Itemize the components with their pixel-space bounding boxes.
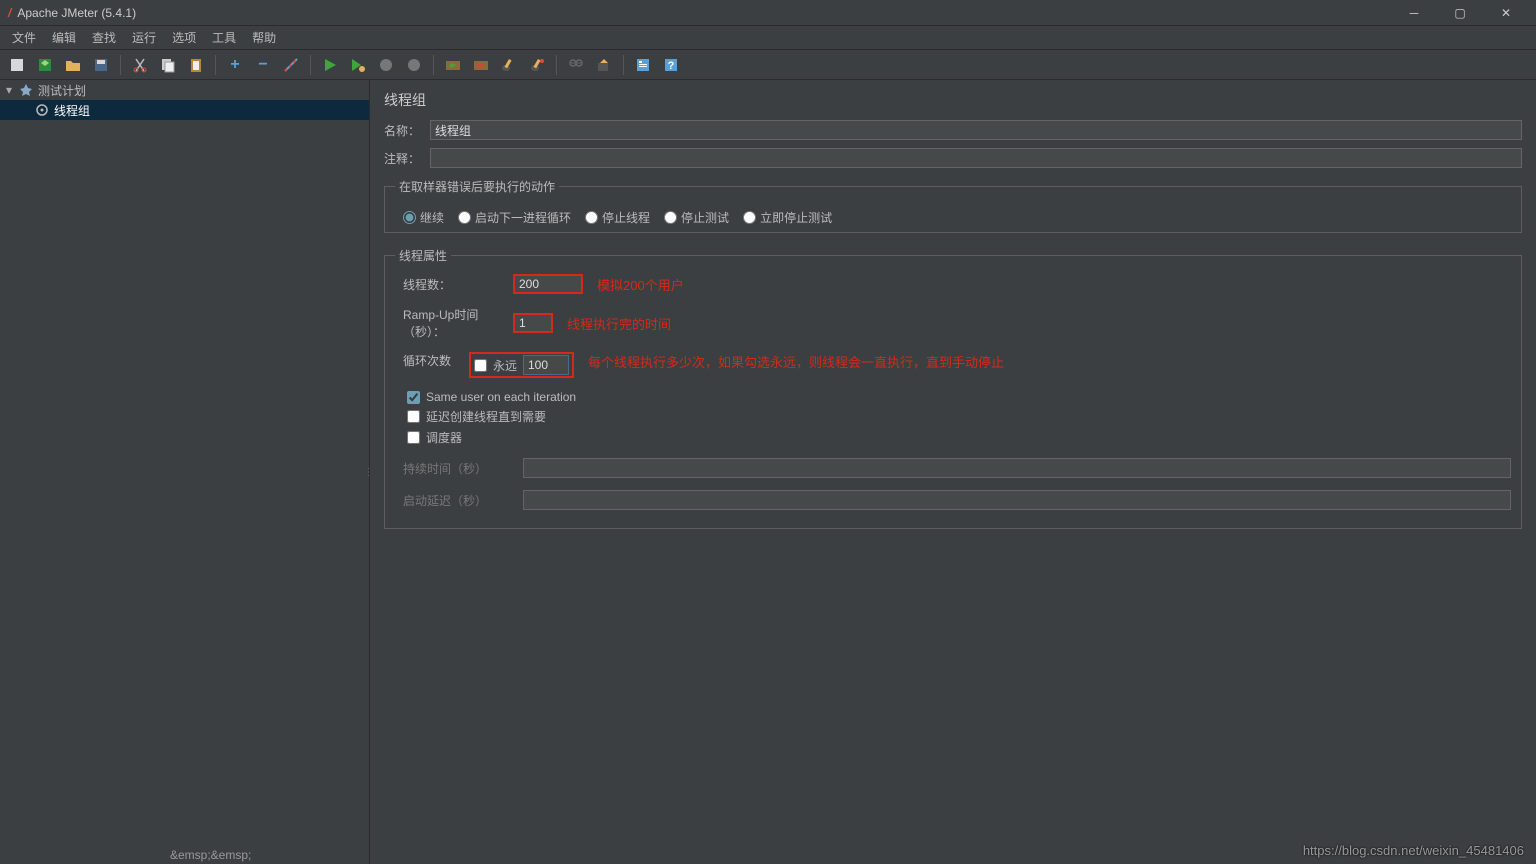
annotation-ramp: 线程执行完的时间	[567, 314, 671, 333]
toolbar: + − ?	[0, 50, 1536, 80]
tree-threadgroup-label: 线程组	[54, 102, 90, 119]
forever-checkbox[interactable]: 永远	[474, 357, 517, 374]
radio-stopnow[interactable]: 立即停止测试	[743, 209, 832, 226]
svg-text:?: ?	[668, 60, 675, 72]
annotation-loop: 每个线程执行多少次，如果勾选永远，则线程会一直执行，直到手动停止	[588, 352, 1511, 378]
threads-label: 线程数：	[395, 276, 513, 293]
menu-options[interactable]: 选项	[166, 27, 202, 48]
toggle-icon[interactable]	[280, 54, 302, 76]
name-label: 名称：	[384, 122, 430, 139]
remote-start-icon[interactable]	[442, 54, 464, 76]
comments-input[interactable]	[430, 148, 1522, 168]
main-panel: 线程组 名称： 注释： 在取样器错误后要执行的动作 继续 启动下一进程循环 停止…	[370, 80, 1536, 864]
help-icon[interactable]: ?	[660, 54, 682, 76]
delaycreate-checkbox[interactable]: 延迟创建线程直到需要	[407, 408, 1511, 425]
menu-tools[interactable]: 工具	[206, 27, 242, 48]
tree-root[interactable]: ▾ 测试计划	[0, 80, 369, 100]
start-no-pause-icon[interactable]	[347, 54, 369, 76]
shutdown-icon[interactable]	[403, 54, 425, 76]
menu-edit[interactable]: 编辑	[46, 27, 82, 48]
tree-panel: ▾ 测试计划 线程组	[0, 80, 370, 864]
menu-run[interactable]: 运行	[126, 27, 162, 48]
annotation-threads: 模拟200个用户	[597, 275, 684, 294]
radio-startnext[interactable]: 启动下一进程循环	[458, 209, 571, 226]
scheduler-checkbox[interactable]: 调度器	[407, 429, 1511, 446]
duration-input	[523, 458, 1511, 478]
threads-input[interactable]	[513, 274, 583, 294]
testplan-icon	[18, 84, 34, 96]
sameuser-checkbox[interactable]: Same user on each iteration	[407, 390, 1511, 404]
error-action-legend: 在取样器错误后要执行的动作	[395, 178, 559, 195]
tree-threadgroup[interactable]: 线程组	[0, 100, 369, 120]
delay-label: 启动延迟（秒）	[395, 492, 523, 509]
menu-search[interactable]: 查找	[86, 27, 122, 48]
titlebar: / Apache JMeter (5.4.1) ─ ▢ ✕	[0, 0, 1536, 26]
error-action-group: 在取样器错误后要执行的动作 继续 启动下一进程循环 停止线程 停止测试 立即停止…	[384, 178, 1522, 233]
ramp-input[interactable]	[513, 313, 553, 333]
thread-props-legend: 线程属性	[395, 247, 451, 264]
name-input[interactable]	[430, 120, 1522, 140]
close-button[interactable]: ✕	[1484, 2, 1528, 24]
cut-icon[interactable]	[129, 54, 151, 76]
function-helper-icon[interactable]	[593, 54, 615, 76]
loop-input[interactable]	[523, 355, 569, 375]
duration-label: 持续时间（秒）	[395, 460, 523, 477]
maximize-button[interactable]: ▢	[1438, 2, 1482, 24]
gear-icon	[34, 104, 50, 116]
radio-continue[interactable]: 继续	[403, 209, 444, 226]
open-icon[interactable]	[62, 54, 84, 76]
search-tree-icon[interactable]	[565, 54, 587, 76]
watermark: https://blog.csdn.net/weixin_45481406	[1303, 843, 1524, 858]
collapse-icon[interactable]: −	[252, 54, 274, 76]
comments-label: 注释：	[384, 150, 430, 167]
save-icon[interactable]	[90, 54, 112, 76]
thread-props-group: 线程属性 线程数： 模拟200个用户 Ramp-Up时间（秒）： 线程执行完的时…	[384, 247, 1522, 529]
window-title: Apache JMeter (5.4.1)	[17, 6, 136, 20]
delay-input	[523, 490, 1511, 510]
templates-icon[interactable]	[34, 54, 56, 76]
panel-title: 线程组	[384, 90, 1522, 110]
expand-icon[interactable]: +	[224, 54, 246, 76]
paste-icon[interactable]	[185, 54, 207, 76]
menubar: 文件 编辑 查找 运行 选项 工具 帮助	[0, 26, 1536, 50]
tree-root-label: 测试计划	[38, 82, 86, 99]
jmeter-logo-icon: /	[8, 6, 11, 20]
copy-icon[interactable]	[157, 54, 179, 76]
remote-stop-icon[interactable]	[470, 54, 492, 76]
new-icon[interactable]	[6, 54, 28, 76]
stop-icon[interactable]	[375, 54, 397, 76]
loop-label: 循环次数	[395, 352, 469, 378]
radio-stopthread[interactable]: 停止线程	[585, 209, 650, 226]
radio-stoptest[interactable]: 停止测试	[664, 209, 729, 226]
start-icon[interactable]	[319, 54, 341, 76]
minimize-button[interactable]: ─	[1392, 2, 1436, 24]
stub-text: &emsp;&emsp;	[170, 848, 251, 862]
clear-icon[interactable]	[498, 54, 520, 76]
templates2-icon[interactable]	[632, 54, 654, 76]
clear-all-icon[interactable]	[526, 54, 548, 76]
menu-file[interactable]: 文件	[6, 27, 42, 48]
ramp-label: Ramp-Up时间（秒）：	[395, 306, 513, 340]
menu-help[interactable]: 帮助	[246, 27, 282, 48]
